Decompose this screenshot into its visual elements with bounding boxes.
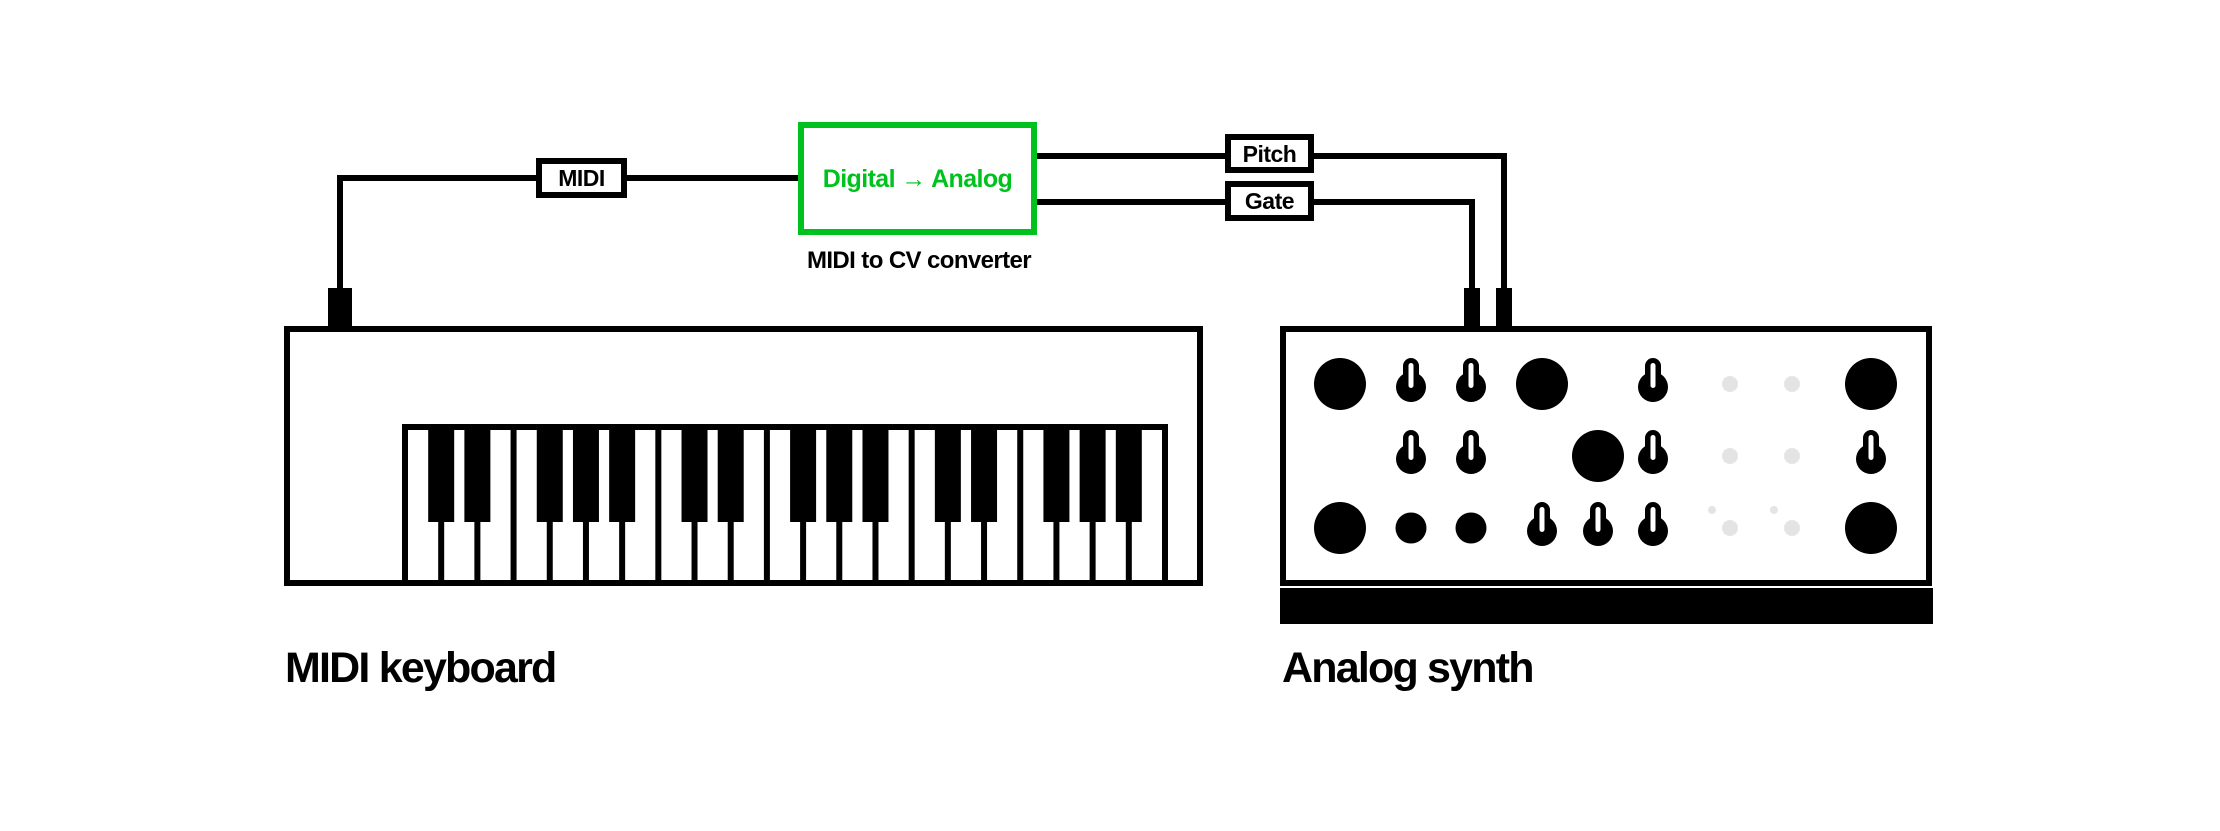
midi-tag-label: MIDI [558, 165, 605, 191]
large-knob[interactable] [1516, 358, 1568, 410]
slider-slot [1539, 507, 1545, 532]
indicator-led [1722, 520, 1738, 536]
black-key[interactable] [934, 427, 961, 522]
indicator-led [1784, 376, 1800, 392]
large-knob[interactable] [1572, 430, 1624, 482]
black-key[interactable] [464, 427, 491, 522]
slider-slot [1468, 435, 1474, 460]
synth-label: Analog synth [1282, 644, 1533, 692]
black-key[interactable] [862, 427, 889, 522]
indicator-led [1722, 448, 1738, 464]
black-key[interactable] [1115, 427, 1142, 522]
signal-flow-diagram: MIDI Pitch Gate Digital → Analog MIDI to… [0, 0, 2220, 826]
converter-caption: MIDI to CV converter [807, 247, 1031, 274]
synth-gate-plug [1464, 288, 1480, 328]
black-key[interactable] [971, 427, 998, 522]
pitch-tag: Pitch [1225, 134, 1314, 173]
synth-pitch-plug [1496, 288, 1512, 328]
black-key[interactable] [536, 427, 563, 522]
large-knob[interactable] [1845, 502, 1897, 554]
slider-slot [1650, 435, 1656, 460]
gate-tag: Gate [1225, 181, 1314, 221]
slider-slot [1408, 363, 1414, 388]
analog-synth: Analog synth [1280, 326, 1933, 692]
slider-slot [1650, 363, 1656, 388]
slider-slot [1868, 435, 1874, 460]
black-key[interactable] [681, 427, 708, 522]
converter-title: Digital → Analog [823, 165, 1012, 193]
gate-tag-label: Gate [1245, 188, 1294, 214]
slider-slot [1468, 363, 1474, 388]
black-key[interactable] [717, 427, 744, 522]
pitch-cable [1036, 153, 1507, 290]
black-key[interactable] [572, 427, 599, 522]
black-key[interactable] [428, 427, 455, 522]
indicator-led [1722, 376, 1738, 392]
mini-indicator-led [1770, 506, 1778, 514]
midi-to-cv-converter: Digital → Analog MIDI to CV converter [798, 122, 1037, 274]
mini-indicator-led [1708, 506, 1716, 514]
black-key[interactable] [790, 427, 817, 522]
keyboard-label: MIDI keyboard [285, 644, 556, 692]
small-knob[interactable] [1395, 512, 1427, 544]
large-knob[interactable] [1314, 502, 1366, 554]
keyboard-midi-plug [328, 288, 352, 328]
diagram-canvas: MIDI Pitch Gate Digital → Analog MIDI to… [284, 122, 1933, 692]
large-knob[interactable] [1845, 358, 1897, 410]
keyboard-keys [402, 424, 1168, 586]
pitch-tag-label: Pitch [1243, 141, 1297, 167]
black-key[interactable] [1043, 427, 1070, 522]
small-knob[interactable] [1455, 512, 1487, 544]
black-key[interactable] [1079, 427, 1106, 522]
midi-keyboard: MIDI keyboard [284, 326, 1203, 692]
slider-slot [1650, 507, 1656, 532]
large-knob[interactable] [1314, 358, 1366, 410]
black-key[interactable] [609, 427, 636, 522]
slider-slot [1595, 507, 1601, 532]
indicator-led [1784, 448, 1800, 464]
black-key[interactable] [826, 427, 853, 522]
synth-base [1280, 588, 1933, 624]
slider-slot [1408, 435, 1414, 460]
midi-tag: MIDI [536, 158, 627, 198]
indicator-led [1784, 520, 1800, 536]
